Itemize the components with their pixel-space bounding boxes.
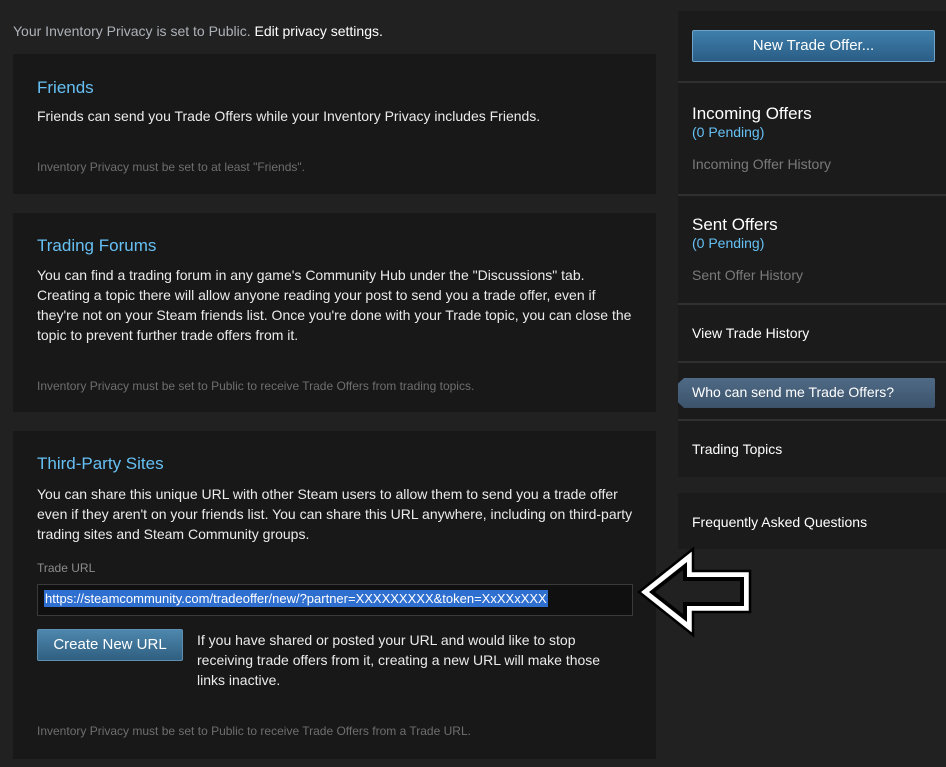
trading-forums-description: You can find a trading forum in any game…	[37, 267, 632, 343]
trade-url-value[interactable]: https://steamcommunity.com/tradeoffer/ne…	[44, 590, 548, 607]
trading-forums-footnote: Inventory Privacy must be set to Public …	[37, 379, 475, 393]
friends-panel: Friends Friends can send you Trade Offer…	[13, 54, 656, 194]
incoming-offer-history-link[interactable]: Incoming Offer History	[692, 156, 831, 172]
faq-link[interactable]: Frequently Asked Questions	[692, 514, 867, 530]
edit-privacy-link[interactable]: Edit privacy settings.	[254, 23, 382, 39]
third-party-panel: Third-Party Sites You can share this uni…	[13, 431, 656, 759]
new-offer-block: New Trade Offer...	[678, 11, 946, 81]
faq-block: Frequently Asked Questions	[678, 493, 946, 549]
third-party-title: Third-Party Sites	[37, 454, 164, 473]
trading-forums-title: Trading Forums	[37, 236, 157, 255]
friends-title: Friends	[37, 78, 94, 97]
incoming-offers-block: Incoming Offers (0 Pending) Incoming Off…	[678, 83, 946, 194]
new-trade-offer-button[interactable]: New Trade Offer...	[692, 30, 935, 62]
friends-footnote: Inventory Privacy must be set to at leas…	[37, 160, 305, 174]
create-url-note: If you have shared or posted your URL an…	[197, 632, 601, 688]
third-party-description: You can share this unique URL with other…	[37, 486, 633, 542]
sent-offer-history-link[interactable]: Sent Offer History	[692, 267, 803, 283]
trade-url-field[interactable]: https://steamcommunity.com/tradeoffer/ne…	[37, 584, 633, 616]
arrow-shape	[636, 546, 752, 638]
who-can-send-label: Who can send me Trade Offers?	[692, 384, 895, 400]
friends-description: Friends can send you Trade Offers while …	[37, 108, 541, 124]
left-arrow-outline-icon	[636, 546, 754, 643]
incoming-pending-count[interactable]: (0 Pending)	[692, 124, 764, 140]
trading-topics-link[interactable]: Trading Topics	[692, 441, 782, 457]
view-history-block: View Trade History	[678, 305, 946, 361]
trading-forums-panel: Trading Forums You can find a trading fo…	[13, 213, 656, 412]
trade-url-label: Trade URL	[37, 561, 96, 575]
view-trade-history-link[interactable]: View Trade History	[692, 325, 809, 341]
privacy-notice: Your Inventory Privacy is set to Public.…	[13, 23, 383, 39]
create-new-url-button[interactable]: Create New URL	[37, 629, 183, 661]
privacy-notice-text: Your Inventory Privacy is set to Public.	[13, 23, 255, 39]
sent-pending-count[interactable]: (0 Pending)	[692, 235, 764, 251]
who-can-send-tab[interactable]: Who can send me Trade Offers?	[678, 378, 935, 408]
incoming-offers-title[interactable]: Incoming Offers	[692, 104, 812, 124]
trading-topics-block: Trading Topics	[678, 421, 946, 477]
sent-offers-title[interactable]: Sent Offers	[692, 215, 778, 235]
sent-offers-block: Sent Offers (0 Pending) Sent Offer Histo…	[678, 196, 946, 303]
third-party-footnote: Inventory Privacy must be set to Public …	[37, 724, 471, 738]
